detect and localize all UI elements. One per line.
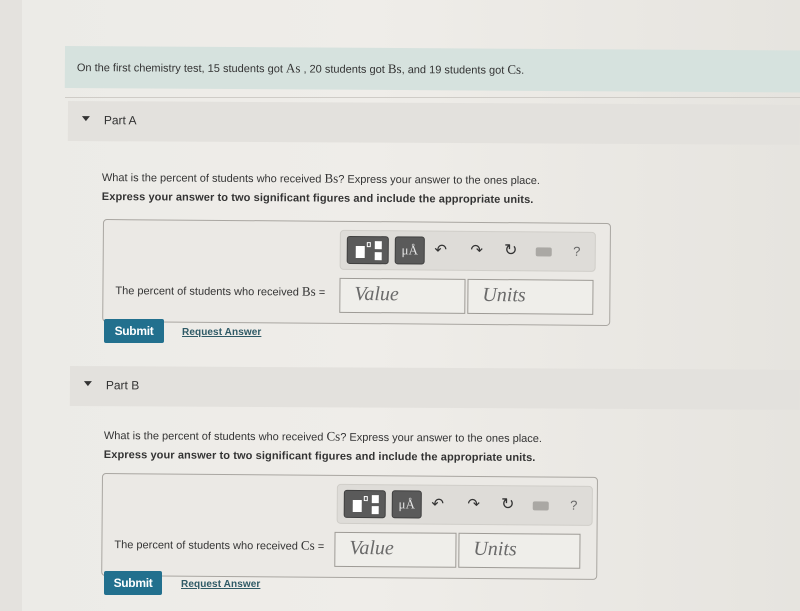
- keyboard-icon[interactable]: [534, 240, 554, 262]
- units-input[interactable]: Units: [458, 532, 581, 569]
- part-a-title: Part A: [103, 113, 137, 128]
- units-button[interactable]: μÅ: [394, 236, 425, 265]
- math-toolbar: μÅ ↶ ↷ ↻ ?: [336, 483, 593, 526]
- template-icon-part: [371, 506, 379, 515]
- answer-label: The percent of students who received Cs …: [114, 536, 324, 554]
- intro-text: , 20 students got: [300, 63, 388, 76]
- label-text: The percent of students who received: [114, 539, 301, 553]
- part-a-request-answer-link[interactable]: Request Answer: [182, 327, 261, 338]
- math-toolbar: μÅ ↶ ↷ ↻ ?: [339, 229, 596, 272]
- question-text: ? Express your answer to the ones place.: [340, 431, 543, 446]
- undo-icon[interactable]: ↶: [428, 494, 448, 516]
- part-a-answer-box: μÅ ↶ ↷ ↻ ? The percent of students who r…: [102, 219, 611, 326]
- question-grade: Cs: [326, 428, 341, 444]
- problem-statement: On the first chemistry test, 15 students…: [64, 46, 800, 93]
- templates-button[interactable]: [343, 489, 386, 519]
- question-text: What is the percent of students who rece…: [103, 429, 327, 444]
- part-b-answer-box: μÅ ↶ ↷ ↻ ? The percent of students who r…: [101, 473, 598, 580]
- divider: [65, 97, 800, 98]
- template-icon: [355, 245, 365, 259]
- part-b-header[interactable]: Part B: [69, 366, 800, 410]
- undo-icon[interactable]: ↶: [431, 240, 451, 262]
- part-b-request-answer-link[interactable]: Request Answer: [181, 579, 260, 590]
- part-a-submit-button[interactable]: Submit: [104, 319, 164, 343]
- part-a-header[interactable]: Part A: [67, 101, 800, 145]
- label-text: =: [315, 286, 326, 299]
- label-grade: Bs: [301, 283, 316, 299]
- part-a-question: What is the percent of students who rece…: [102, 169, 540, 206]
- template-icon-part: [374, 241, 382, 250]
- template-icon-part: [371, 495, 379, 504]
- grade-bs: Bs: [387, 60, 402, 77]
- part-b-title: Part B: [105, 378, 140, 393]
- intro-text: .: [521, 64, 525, 77]
- grade-as: As: [285, 60, 301, 76]
- grade-cs: Cs: [507, 61, 522, 77]
- value-input[interactable]: Value: [339, 277, 466, 314]
- answer-label: The percent of students who received Bs …: [115, 282, 325, 300]
- keyboard-shape: [532, 501, 549, 511]
- template-icon-part: [363, 496, 368, 502]
- reset-icon[interactable]: ↻: [498, 494, 518, 516]
- help-icon[interactable]: ?: [564, 495, 584, 517]
- redo-icon[interactable]: ↷: [464, 494, 484, 516]
- template-icon: [352, 499, 362, 513]
- templates-button[interactable]: [346, 235, 389, 265]
- collapse-caret-icon[interactable]: [83, 381, 92, 387]
- keyboard-shape: [535, 247, 552, 257]
- help-icon[interactable]: ?: [567, 241, 587, 263]
- units-button[interactable]: μÅ: [391, 490, 422, 519]
- units-input[interactable]: Units: [467, 278, 594, 315]
- template-icon-part: [374, 252, 382, 261]
- redo-icon[interactable]: ↷: [467, 240, 487, 262]
- value-input[interactable]: Value: [334, 531, 457, 568]
- part-b-question: What is the percent of students who rece…: [104, 427, 542, 464]
- label-text: The percent of students who received: [115, 285, 302, 299]
- question-text: What is the percent of students who rece…: [101, 171, 325, 186]
- question-grade: Bs: [324, 170, 339, 186]
- collapse-caret-icon[interactable]: [81, 116, 90, 122]
- reset-icon[interactable]: ↻: [501, 240, 521, 262]
- keyboard-icon[interactable]: [531, 494, 551, 516]
- template-icon-part: [366, 242, 371, 248]
- label-grade: Cs: [300, 537, 315, 553]
- intro-text: , and 19 students got: [401, 64, 508, 77]
- part-b-submit-button[interactable]: Submit: [104, 571, 162, 595]
- label-text: =: [314, 540, 325, 553]
- left-rail: [0, 0, 23, 611]
- intro-text: On the first chemistry test, 15 students…: [76, 62, 286, 76]
- question-text: ? Express your answer to the ones place.: [338, 173, 541, 188]
